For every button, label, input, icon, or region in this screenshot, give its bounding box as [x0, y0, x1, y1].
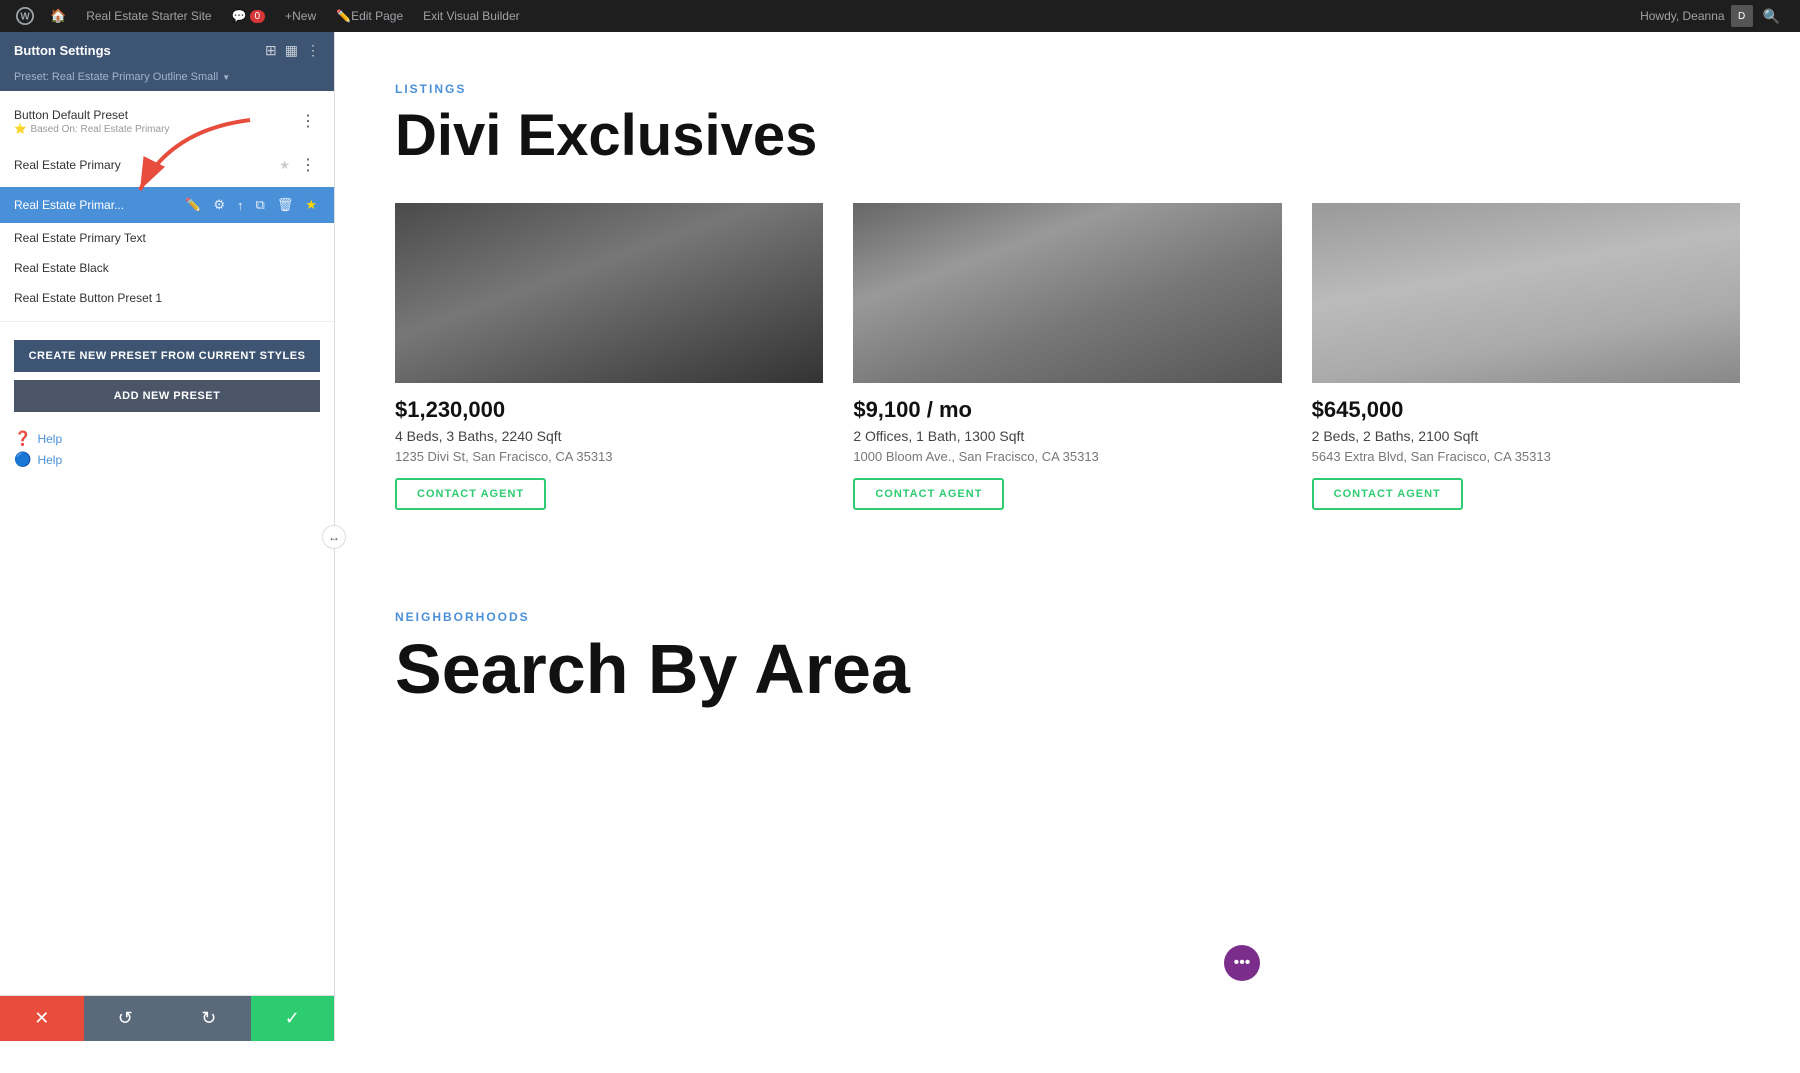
panel-icon-grid[interactable]: ▦ [285, 42, 298, 59]
panel-icon-more[interactable]: ⋮ [306, 42, 320, 59]
property-price-1: $1,230,000 [395, 397, 823, 423]
create-preset-button[interactable]: CREATE NEW PRESET FROM CURRENT STYLES [14, 340, 320, 372]
preset-default-more[interactable]: ⋮ [296, 107, 320, 135]
tool-export-icon[interactable]: ↑ [234, 196, 247, 215]
help-icon-2: 🔵 [14, 451, 31, 468]
listings-label: LISTINGS [395, 82, 1740, 96]
contact-agent-btn-3[interactable]: CONTACT AGENT [1312, 478, 1463, 510]
panel-header: Button Settings ⊞ ▦ ⋮ [0, 32, 334, 69]
preset-primary-label: Real Estate Primary [14, 158, 121, 172]
preset-item-default-label: Button Default Preset [14, 108, 169, 122]
contact-agent-btn-2[interactable]: CONTACT AGENT [853, 478, 1004, 510]
preset-item-default[interactable]: Button Default Preset ⭐ Based On: Real E… [0, 99, 334, 143]
property-address-1: 1235 Divi St, San Fracisco, CA 35313 [395, 449, 823, 464]
property-img-3 [1312, 203, 1740, 383]
site-name-bar[interactable]: Real Estate Starter Site [76, 0, 221, 32]
active-preset-name: Real Estate Primar... [14, 198, 176, 212]
listings-section: LISTINGS Divi Exclusives $1,230,000 4 Be… [335, 32, 1800, 590]
tool-delete-icon[interactable]: 🗑 [274, 195, 297, 215]
panel-header-icons: ⊞ ▦ ⋮ [265, 42, 320, 59]
wp-logo-icon[interactable]: W [10, 0, 40, 32]
edit-page-bar[interactable]: ✏️ Edit Page [326, 0, 413, 32]
panel-title: Button Settings [14, 43, 111, 58]
cancel-button[interactable]: ✕ [0, 996, 84, 1041]
property-img-2 [853, 203, 1281, 383]
preset-subtitle: Preset: Real Estate Primary Outline Smal… [0, 69, 334, 91]
resize-handle[interactable]: ↔ [322, 525, 346, 549]
property-details-2: 2 Offices, 1 Bath, 1300 Sqft [853, 428, 1281, 444]
property-address-2: 1000 Bloom Ave., San Fracisco, CA 35313 [853, 449, 1281, 464]
howdy-bar: Howdy, Deanna D [1640, 5, 1753, 27]
undo-button[interactable]: ↺ [84, 996, 168, 1041]
wp-admin-bar: W 🏠 Real Estate Starter Site 💬 0 + New ✏… [0, 0, 1800, 32]
preset-item-preset1[interactable]: Real Estate Button Preset 1 [0, 283, 334, 313]
left-panel: Button Settings ⊞ ▦ ⋮ Preset: Real Estat… [0, 32, 335, 1041]
add-preset-button[interactable]: ADD NEW PRESET [14, 380, 320, 412]
tool-star-icon[interactable]: ★ [302, 195, 320, 215]
neighborhoods-section: NEIGHBORHOODS Search By Area [335, 590, 1800, 744]
preset-item-primary-outline[interactable]: Real Estate Primar... ✏️ ⚙ ↑ ⧉ 🗑 ★ [0, 187, 334, 223]
divider [0, 321, 334, 322]
search-icon[interactable]: 🔍 [1753, 8, 1790, 25]
preset-black-label: Real Estate Black [14, 261, 109, 275]
panel-bottom-bar: ✕ ↺ ↻ ✓ [0, 995, 334, 1041]
preset-primary-more[interactable]: ⋮ [296, 151, 320, 179]
content-area: LISTINGS Divi Exclusives $1,230,000 4 Be… [335, 32, 1800, 1041]
main-layout: Button Settings ⊞ ▦ ⋮ Preset: Real Estat… [0, 32, 1800, 1041]
neighborhoods-label: NEIGHBORHOODS [395, 610, 1740, 624]
preset-list: Button Default Preset ⭐ Based On: Real E… [0, 91, 334, 995]
contact-agent-btn-1[interactable]: CONTACT AGENT [395, 478, 546, 510]
preset1-label: Real Estate Button Preset 1 [14, 291, 162, 305]
property-grid: $1,230,000 4 Beds, 3 Baths, 2240 Sqft 12… [395, 203, 1740, 510]
property-card-3: $645,000 2 Beds, 2 Baths, 2100 Sqft 5643… [1312, 203, 1740, 510]
exit-builder-bar[interactable]: Exit Visual Builder [413, 0, 530, 32]
preset-actions: CREATE NEW PRESET FROM CURRENT STYLES AD… [0, 330, 334, 422]
new-bar[interactable]: + New [275, 0, 326, 32]
property-card-2: $9,100 / mo 2 Offices, 1 Bath, 1300 Sqft… [853, 203, 1281, 510]
help-link-1[interactable]: ❓ Help [14, 430, 320, 447]
listings-title: Divi Exclusives [395, 106, 1740, 167]
panel-icon-settings[interactable]: ⊞ [265, 42, 277, 59]
help-icon-1: ❓ [14, 430, 31, 447]
property-img-1 [395, 203, 823, 383]
property-details-1: 4 Beds, 3 Baths, 2240 Sqft [395, 428, 823, 444]
svg-text:W: W [20, 12, 30, 23]
help-section: ❓ Help 🔵 Help [0, 422, 334, 476]
tool-edit-icon[interactable]: ✏️ [182, 195, 204, 215]
preset-item-black[interactable]: Real Estate Black [0, 253, 334, 283]
avatar: D [1731, 5, 1753, 27]
tool-duplicate-icon[interactable]: ⧉ [253, 195, 268, 215]
property-price-3: $645,000 [1312, 397, 1740, 423]
help-link-2[interactable]: 🔵 Help [14, 451, 320, 468]
redo-button[interactable]: ↻ [167, 996, 251, 1041]
preset-item-text[interactable]: Real Estate Primary Text [0, 223, 334, 253]
property-price-2: $9,100 / mo [853, 397, 1281, 423]
property-card-1: $1,230,000 4 Beds, 3 Baths, 2240 Sqft 12… [395, 203, 823, 510]
comments-bar[interactable]: 💬 0 [222, 0, 276, 32]
property-details-3: 2 Beds, 2 Baths, 2100 Sqft [1312, 428, 1740, 444]
preset-item-primary[interactable]: Real Estate Primary ★ ⋮ [0, 143, 334, 187]
preset-text-label: Real Estate Primary Text [14, 231, 146, 245]
preset-dropdown-icon[interactable]: ▼ [222, 73, 230, 82]
admin-home-icon[interactable]: 🏠 [40, 0, 76, 32]
preset-item-default-sub: ⭐ Based On: Real Estate Primary [14, 124, 169, 135]
preset-primary-star[interactable]: ★ [279, 158, 290, 172]
save-button[interactable]: ✓ [251, 996, 335, 1041]
neighborhoods-title: Search By Area [395, 634, 1740, 704]
floating-options-button[interactable]: ••• [1224, 945, 1260, 981]
tool-settings-icon[interactable]: ⚙ [210, 195, 228, 215]
property-address-3: 5643 Extra Blvd, San Fracisco, CA 35313 [1312, 449, 1740, 464]
